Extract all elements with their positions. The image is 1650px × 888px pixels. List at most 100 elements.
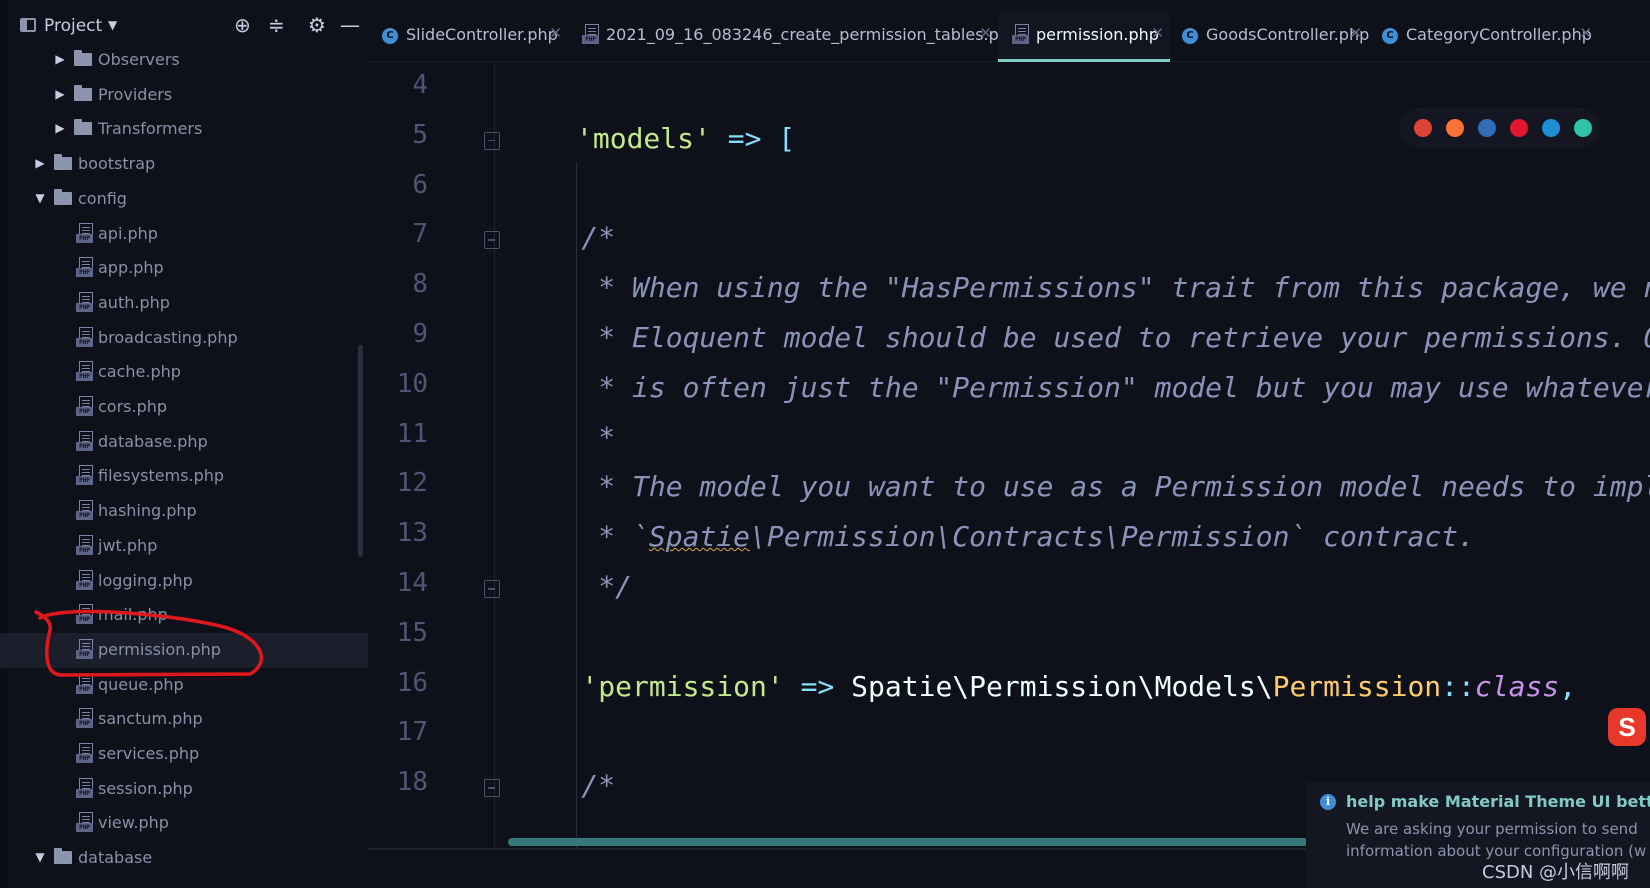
line-number: 12 (396, 468, 428, 499)
notification-body-line: We are asking your permission to send (1346, 820, 1638, 838)
code-line: * (514, 421, 615, 454)
tree-file[interactable]: PHP session.php (0, 772, 368, 807)
tree-item-label: session.php (98, 778, 193, 798)
chevron-right-icon[interactable]: ▶ (54, 121, 66, 135)
tree-file[interactable]: PHP broadcasting.php (0, 321, 368, 356)
tree-file[interactable]: PHP services.php (0, 737, 368, 772)
code-token: * The model you want to use as a Permiss… (598, 470, 1650, 504)
edge-icon[interactable] (1574, 119, 1592, 137)
tree-file[interactable]: PHP permission.php (0, 632, 368, 668)
tree-file[interactable]: PHP database.php (0, 425, 368, 460)
tree-file[interactable]: PHP sanctum.php (0, 702, 368, 737)
tree-folder[interactable]: ▶ Providers (0, 78, 368, 113)
tab-slidecontroller[interactable]: C SlideController.php ✕ (368, 12, 568, 62)
project-title[interactable]: Project (44, 16, 102, 36)
close-icon[interactable]: ✕ (1579, 24, 1592, 42)
fold-marker-icon[interactable] (484, 231, 500, 250)
chevron-right-icon[interactable]: ▶ (54, 52, 66, 66)
php-file-icon: PHP (76, 500, 94, 521)
code-token: \Permission\Contracts\Permission` contra… (750, 520, 1475, 554)
folder-icon (74, 50, 92, 66)
code-token: Permission (1272, 669, 1442, 703)
php-file-icon: PHP (1012, 24, 1030, 44)
tree-item-label: broadcasting.php (98, 327, 238, 347)
opera-icon[interactable] (1510, 119, 1528, 137)
php-file-icon: PHP (76, 673, 94, 694)
browser-preview-toolbar (1400, 108, 1600, 148)
locate-icon[interactable]: ⊕ (234, 12, 251, 38)
class-c-icon: C (382, 28, 398, 44)
tree-file[interactable]: PHP logging.php (0, 564, 368, 599)
tree-item-label: queue.php (98, 674, 184, 694)
chevron-down-icon[interactable]: ▼ (108, 18, 117, 32)
class-c-icon: C (1182, 28, 1198, 44)
tab-goodscontroller[interactable]: C GoodsController.php ✕ (1168, 12, 1369, 62)
tree-item-label: logging.php (98, 570, 193, 590)
close-icon[interactable]: ✕ (1151, 24, 1164, 42)
tree-file[interactable]: PHP view.php (0, 806, 368, 841)
tree-item-label: cors.php (98, 397, 168, 416)
project-panel: Project ▼ ⊕ ≑ ⚙ — ▶ Observers ▶ Providers ▶ T… (0, 0, 368, 888)
tab-label: 2021_09_16_083246_create_permission_tabl… (606, 25, 1020, 44)
safari-icon[interactable] (1478, 119, 1496, 137)
gear-icon[interactable]: ⚙ (308, 12, 326, 38)
sogou-ime-icon[interactable]: S (1608, 708, 1646, 746)
line-number: 11 (396, 418, 428, 449)
tree-folder[interactable]: ▶ Transformers (0, 112, 368, 147)
ie-icon[interactable] (1542, 119, 1560, 137)
code-editor[interactable]: 4 5 6 7 8 9 10 11 12 13 14 15 16 17 18 'models' => [ /… (368, 62, 1650, 850)
tab-2021-09-16-083246-create-permission-tables[interactable]: PHP 2021_09_16_083246_create_permission_t… (568, 12, 1019, 62)
tab-label: SlideController.php (406, 25, 558, 44)
tree-file[interactable]: PHP mail.php (0, 598, 368, 633)
code-line: /* (514, 221, 615, 254)
php-file-icon: PHP (582, 24, 600, 44)
horizontal-scrollbar[interactable] (508, 838, 1308, 846)
tree-file[interactable]: PHP cache.php (0, 355, 368, 390)
fold-marker-icon[interactable] (484, 580, 500, 598)
tree-file[interactable]: PHP cors.php (0, 390, 368, 425)
code-token: 'permission' (514, 669, 784, 703)
tree-file[interactable]: PHP jwt.php (0, 529, 368, 564)
chevron-right-icon[interactable]: ▶ (54, 87, 66, 101)
tab-categorycontroller[interactable]: C CategoryController.php ✕ (1368, 12, 1598, 62)
tree-file[interactable]: PHP api.php (0, 217, 368, 252)
tree-item-label: app.php (98, 258, 164, 278)
tree-file[interactable]: PHP app.php (0, 251, 368, 286)
tree-item-label: auth.php (98, 292, 170, 312)
tab-permission[interactable]: PHP permission.php ✕ (998, 12, 1170, 62)
chevron-down-icon[interactable]: ▼ (34, 850, 46, 864)
code-token: * When using the "HasPermissions" trait … (598, 271, 1650, 305)
close-icon[interactable]: ✕ (1349, 24, 1362, 42)
code-token: 'models' (576, 121, 711, 155)
close-icon[interactable]: ✕ (549, 24, 562, 42)
editor-tab-bar: C SlideController.php ✕ PHP 2021_09_16_08324… (368, 0, 1650, 62)
code-line: 'permission' => Spatie\Permission\Models… (514, 670, 1576, 703)
project-scrollbar[interactable] (358, 345, 363, 557)
tree-item-label: sanctum.php (98, 709, 203, 729)
collapse-all-icon[interactable]: ≑ (268, 12, 285, 38)
fold-marker-icon[interactable] (484, 131, 500, 150)
tree-folder[interactable]: ▶ Observers (0, 43, 368, 78)
close-icon[interactable]: ✕ (979, 24, 992, 42)
tree-folder[interactable]: ▼ config (0, 182, 368, 217)
tree-file[interactable]: PHP hashing.php (0, 494, 368, 529)
tree-file[interactable]: PHP queue.php (0, 668, 368, 703)
firefox-icon[interactable] (1446, 119, 1464, 137)
tree-folder[interactable]: ▶ bootstrap (0, 147, 368, 182)
line-number: 14 (396, 568, 428, 598)
tree-folder[interactable]: ▼ database (0, 841, 368, 876)
code-token: , (1559, 669, 1577, 703)
folder-icon (54, 154, 72, 171)
tree-file[interactable]: PHP filesystems.php (0, 459, 368, 494)
tree-file[interactable]: PHP auth.php (0, 286, 368, 321)
minimize-icon[interactable]: — (340, 12, 360, 38)
chevron-right-icon[interactable]: ▶ (34, 156, 46, 170)
notification-title[interactable]: help make Material Theme UI better (1346, 792, 1650, 811)
tree-item-label: Providers (98, 84, 173, 104)
chrome-icon[interactable] (1414, 119, 1432, 137)
line-number: 17 (396, 717, 428, 748)
tree-item-label: jwt.php (98, 535, 158, 555)
fold-marker-icon[interactable] (484, 779, 500, 798)
code-token: => (710, 121, 779, 155)
chevron-down-icon[interactable]: ▼ (34, 191, 46, 205)
